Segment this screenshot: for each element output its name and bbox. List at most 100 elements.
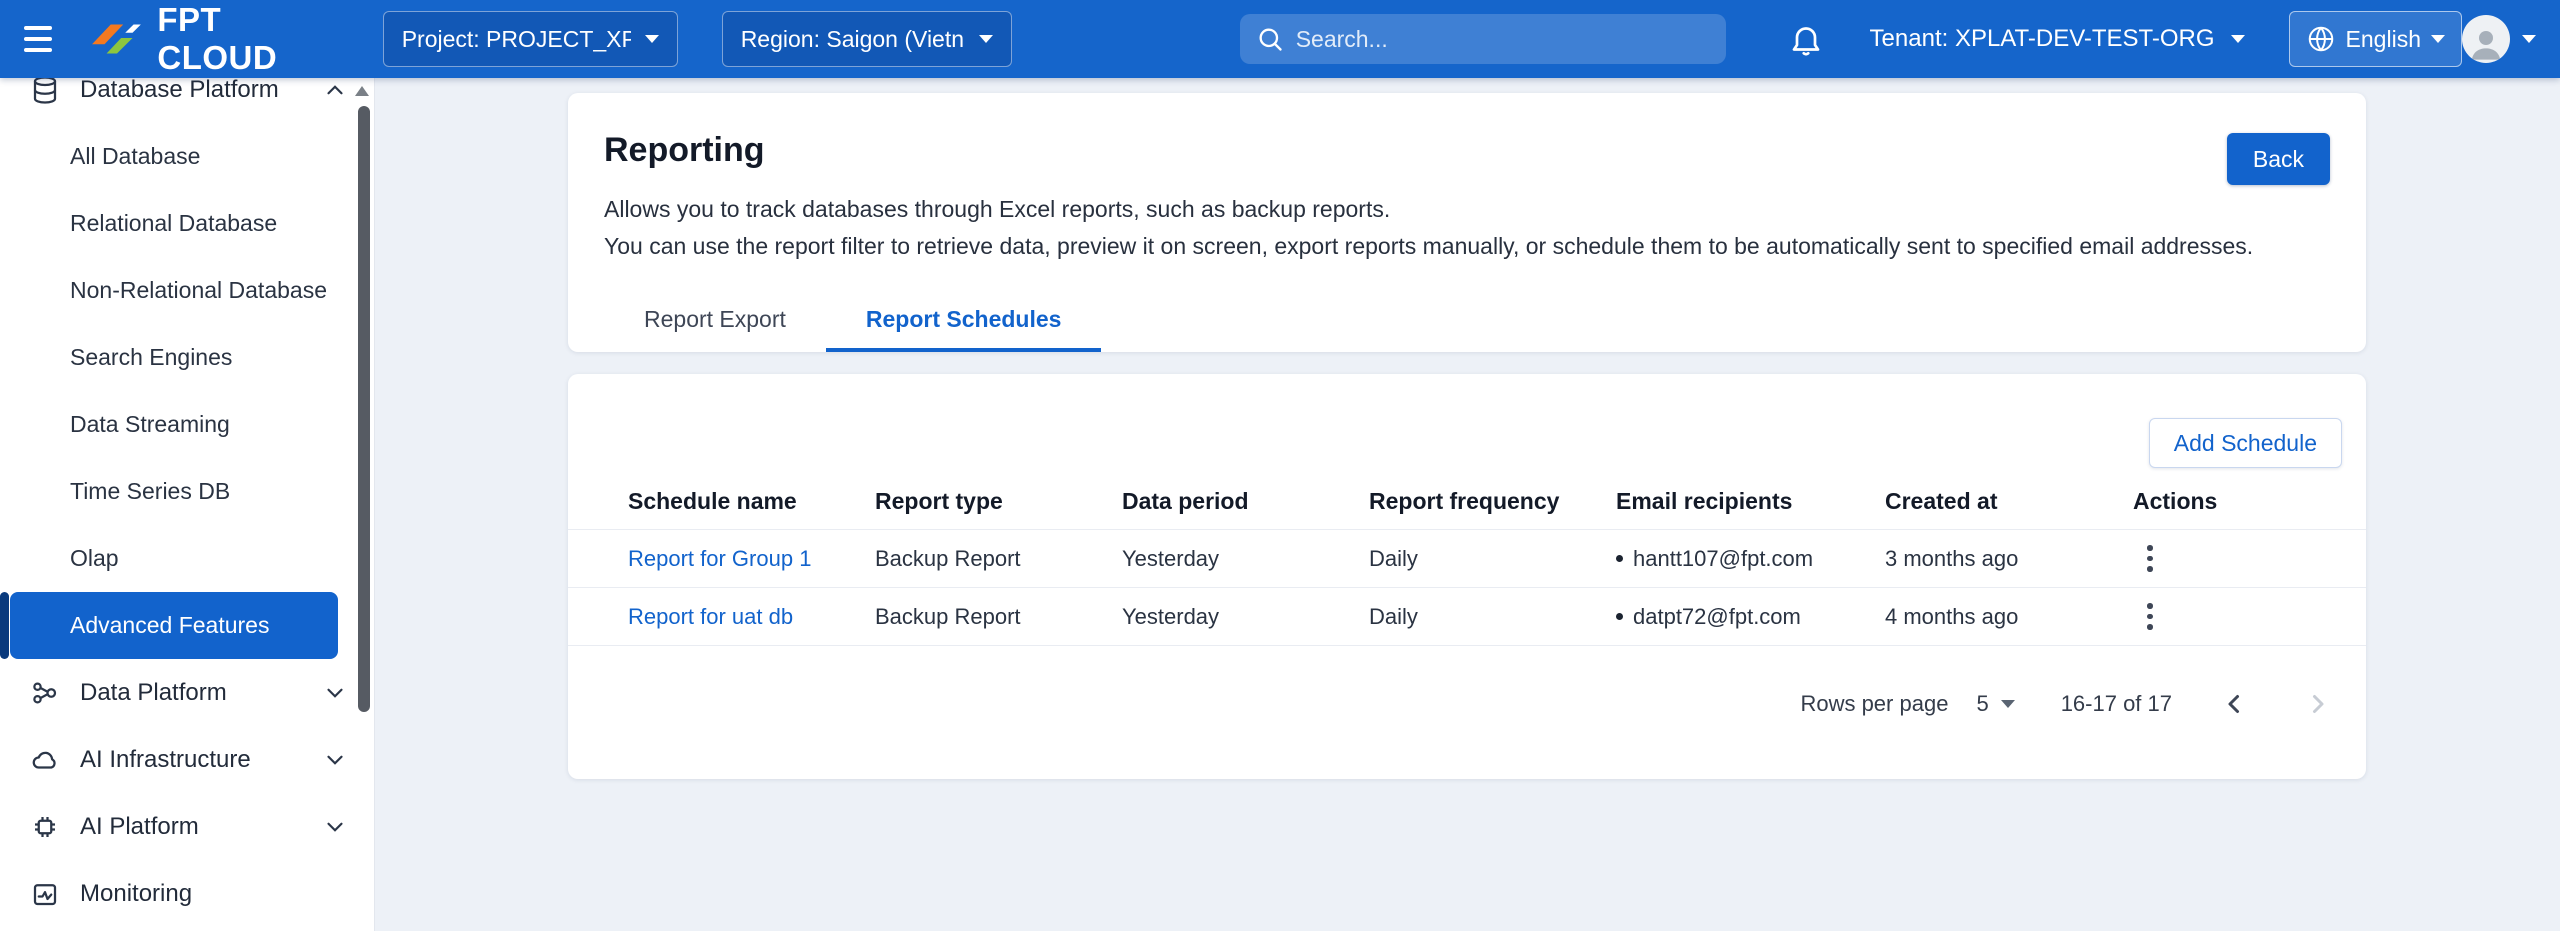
cell-data-period: Yesterday — [1122, 604, 1369, 630]
sidebar-scrollbar-thumb[interactable] — [358, 106, 370, 712]
sidebar-item-label: Data Streaming — [70, 411, 230, 438]
search-input[interactable] — [1296, 26, 1710, 53]
sidebar-item-olap[interactable]: Olap — [0, 525, 374, 592]
cell-report-type: Backup Report — [875, 604, 1122, 630]
sidebar: Database Platform All Database Relationa… — [0, 78, 375, 931]
back-button[interactable]: Back — [2227, 133, 2330, 185]
cell-email-recipients: hantt107@fpt.com — [1616, 546, 1885, 572]
sidebar-item-time-series-db[interactable]: Time Series DB — [0, 458, 374, 525]
email-address: datpt72@fpt.com — [1633, 604, 1801, 630]
schedules-card: Add Schedule Schedule name Report type D… — [568, 374, 2366, 779]
sidebar-item-data-platform[interactable]: Data Platform — [0, 659, 374, 726]
sidebar-item-ai-platform[interactable]: AI Platform — [0, 793, 374, 860]
notifications-bell-icon[interactable] — [1788, 21, 1824, 57]
col-schedule-name: Schedule name — [628, 488, 875, 515]
cell-created-at: 3 months ago — [1885, 546, 2133, 572]
cell-report-frequency: Daily — [1369, 604, 1616, 630]
chevron-down-icon — [322, 747, 348, 773]
sidebar-item-relational-database[interactable]: Relational Database — [0, 190, 374, 257]
ai-platform-icon — [30, 812, 60, 842]
sidebar-item-label: Database Platform — [80, 78, 279, 104]
table-row: Report for uat db Backup Report Yesterda… — [568, 588, 2366, 646]
reporting-description: Allows you to track databases through Ex… — [604, 191, 2253, 265]
sidebar-item-label: Time Series DB — [70, 478, 230, 505]
sidebar-item-label: All Database — [70, 143, 200, 170]
bullet-icon — [1616, 613, 1623, 620]
col-email-recipients: Email recipients — [1616, 488, 1885, 515]
monitoring-icon — [30, 879, 60, 909]
cell-created-at: 4 months ago — [1885, 604, 2133, 630]
col-data-period: Data period — [1122, 488, 1369, 515]
main-content: Reporting Back Allows you to track datab… — [375, 78, 2560, 931]
logo-text: FPT CLOUD — [157, 1, 346, 77]
page-title: Reporting — [604, 131, 765, 170]
rows-per-page-label: Rows per page — [1800, 691, 1948, 717]
col-actions: Actions — [2133, 488, 2366, 515]
cell-email-recipients: datpt72@fpt.com — [1616, 604, 1885, 630]
user-menu[interactable] — [2462, 15, 2536, 63]
col-created-at: Created at — [1885, 488, 2133, 515]
sidebar-item-label: Non-Relational Database — [70, 277, 327, 304]
schedule-name-link[interactable]: Report for Group 1 — [628, 546, 811, 571]
tab-report-schedules[interactable]: Report Schedules — [826, 290, 1102, 352]
chevron-down-icon — [2001, 700, 2015, 708]
language-label: English — [2346, 26, 2421, 53]
bullet-icon — [1616, 555, 1623, 562]
region-label: Region: Saigon (Vietn... — [741, 26, 965, 53]
cell-report-type: Backup Report — [875, 546, 1122, 572]
sidebar-item-database-platform[interactable]: Database Platform — [0, 78, 374, 123]
add-schedule-button[interactable]: Add Schedule — [2149, 418, 2342, 468]
sidebar-item-data-streaming[interactable]: Data Streaming — [0, 391, 374, 458]
row-actions-kebab-icon[interactable] — [2139, 537, 2161, 580]
row-actions-kebab-icon[interactable] — [2139, 595, 2161, 638]
sidebar-item-label: AI Infrastructure — [80, 746, 251, 774]
email-address: hantt107@fpt.com — [1633, 546, 1813, 572]
description-line-1: Allows you to track databases through Ex… — [604, 191, 2253, 228]
project-selector[interactable]: Project: PROJECT_XPL... — [383, 11, 678, 67]
sidebar-item-monitoring[interactable]: Monitoring — [0, 860, 374, 927]
chevron-up-icon — [322, 78, 348, 103]
sidebar-item-label: Data Platform — [80, 679, 227, 707]
scrollbar-up-arrow[interactable] — [355, 86, 369, 96]
chevron-down-icon — [322, 814, 348, 840]
col-report-frequency: Report frequency — [1369, 488, 1616, 515]
pagination: Rows per page 5 16-17 of 17 — [1800, 679, 2336, 729]
previous-page-button[interactable] — [2216, 685, 2254, 723]
region-selector[interactable]: Region: Saigon (Vietn... — [722, 11, 1012, 67]
col-report-type: Report type — [875, 488, 1122, 515]
globe-icon — [2306, 24, 2336, 54]
topbar: FPT CLOUD Project: PROJECT_XPL... Region… — [0, 0, 2560, 78]
table-row: Report for Group 1 Backup Report Yesterd… — [568, 530, 2366, 588]
sidebar-item-label: Relational Database — [70, 210, 277, 237]
next-page-button[interactable] — [2298, 685, 2336, 723]
tab-report-export[interactable]: Report Export — [604, 290, 826, 352]
chevron-down-icon — [322, 680, 348, 706]
avatar — [2462, 15, 2510, 63]
sidebar-item-all-database[interactable]: All Database — [0, 123, 374, 190]
data-platform-icon — [30, 678, 60, 708]
chevron-down-icon — [645, 35, 659, 43]
language-selector[interactable]: English — [2289, 11, 2462, 67]
reporting-header-card: Reporting Back Allows you to track datab… — [568, 93, 2366, 352]
chevron-down-icon — [979, 35, 993, 43]
fpt-cloud-logo[interactable]: FPT CLOUD — [91, 1, 346, 77]
sidebar-item-non-relational-database[interactable]: Non-Relational Database — [0, 257, 374, 324]
reporting-tabs: Report Export Report Schedules — [604, 290, 1101, 352]
sidebar-item-search-engines[interactable]: Search Engines — [0, 324, 374, 391]
schedule-name-link[interactable]: Report for uat db — [628, 604, 793, 629]
sidebar-item-label: Advanced Features — [70, 612, 269, 639]
sidebar-item-advanced-features[interactable]: Advanced Features — [10, 592, 338, 659]
sidebar-item-label: Olap — [70, 545, 119, 572]
rows-per-page-select[interactable]: 5 — [1976, 691, 2014, 717]
chevron-down-icon — [2231, 35, 2245, 43]
cell-data-period: Yesterday — [1122, 546, 1369, 572]
tenant-label: Tenant: XPLAT-DEV-TEST-ORG — [1870, 25, 2215, 53]
global-search[interactable] — [1240, 14, 1726, 64]
tenant-selector[interactable]: Tenant: XPLAT-DEV-TEST-ORG — [1870, 25, 2245, 53]
rows-per-page-value: 5 — [1976, 691, 1988, 717]
schedules-table: Schedule name Report type Data period Re… — [568, 474, 2366, 646]
sidebar-item-label: AI Platform — [80, 813, 199, 841]
description-line-2: You can use the report filter to retriev… — [604, 228, 2253, 265]
menu-icon[interactable] — [24, 19, 63, 59]
sidebar-item-ai-infrastructure[interactable]: AI Infrastructure — [0, 726, 374, 793]
